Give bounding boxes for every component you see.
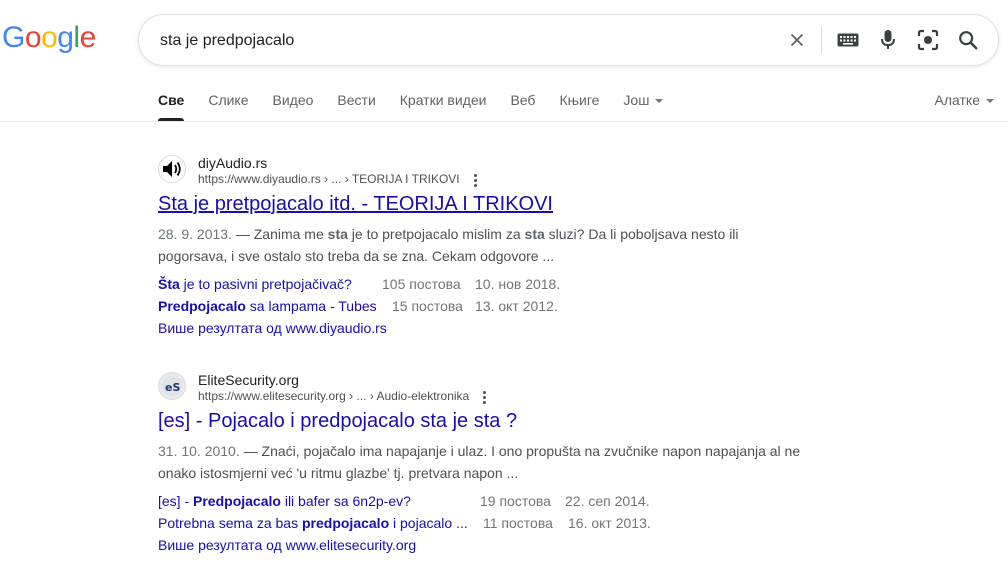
keyboard-icon[interactable] (828, 20, 868, 60)
sublink-date: 22. сеп 2014. (565, 493, 650, 509)
more-vert-icon[interactable] (475, 390, 493, 404)
sublink-date: 10. нов 2018. (475, 276, 561, 292)
logo-letter: o (41, 21, 58, 54)
tab-web[interactable]: Веб (510, 91, 535, 121)
search-result: diyAudio.rs https://www.diyaudio.rs › ..… (158, 155, 818, 339)
result-url: https://www.diyaudio.rs › ... › TEORIJA … (198, 172, 460, 186)
sublink-row: Potrebna sema za bas predpojacalo i poja… (158, 512, 818, 534)
tab-more-label: Још (623, 92, 650, 108)
speaker-icon (158, 155, 186, 183)
sublink-post-count: 105 постова (382, 276, 461, 292)
search-tabs: Све Слике Видео Вести Кратки видеи Веб К… (158, 91, 687, 121)
snippet-highlight: sta (524, 226, 545, 242)
svg-text:eS: eS (165, 381, 180, 394)
sublink-row: [es] - Predpojacalo ili bafer sa 6n2p-ev… (158, 490, 818, 512)
search-divider (821, 26, 822, 54)
sublink-highlight: Šta (158, 276, 180, 292)
tab-news[interactable]: Вести (337, 91, 375, 121)
result-source[interactable]: eS EliteSecurity.org https://www.elitese… (158, 372, 818, 404)
tab-more[interactable]: Још (623, 91, 664, 121)
result-url: https://www.elitesecurity.org › ... › Au… (198, 389, 470, 403)
tools-button[interactable]: Алатке (935, 91, 994, 109)
result-snippet: 31. 10. 2010. — Znaći, pojačalo ima napa… (158, 440, 808, 484)
sublink[interactable]: Potrebna sema za bas predpojacalo i poja… (158, 512, 468, 534)
sublink-row: Šta je to pasivni pretpojačivač? 105 пос… (158, 273, 818, 295)
logo-letter: e (79, 21, 97, 54)
result-title[interactable]: [es] - Pojacalo i predpojacalo sta je st… (158, 408, 818, 434)
more-vert-icon[interactable] (466, 173, 484, 187)
snippet-text: — Znaći, pojačalo ima napajanje i ulaz. … (158, 443, 801, 481)
sublink-date: 16. окт 2013. (568, 515, 651, 531)
result-date: 28. 9. 2013. (158, 226, 232, 242)
sublink-text: [es] - (158, 493, 194, 509)
sublink-highlight: predpojacalo (301, 515, 390, 531)
result-title[interactable]: Sta je pretpojacalo itd. - TEORIJA I TRI… (158, 191, 818, 217)
sublink-post-count: 11 постова (483, 515, 553, 531)
sublink-post-count: 19 постова (480, 493, 551, 509)
header-divider (0, 121, 1008, 122)
tab-all[interactable]: Све (158, 91, 185, 121)
search-input[interactable]: sta je predpojacalo (160, 32, 294, 50)
elitesecurity-logo-icon: eS (158, 372, 186, 400)
snippet-text: — Zanima me (231, 226, 328, 242)
sublink-date: 13. окт 2012. (475, 298, 558, 314)
microphone-icon[interactable] (868, 20, 908, 60)
sublink-text: ili bafer sa 6n2p-ev? (280, 493, 411, 509)
result-snippet: 28. 9. 2013. — Zanima me sta je to pretp… (158, 223, 808, 267)
more-results-link[interactable]: Више резултата од www.diyaudio.rs (158, 317, 387, 339)
search-icon[interactable] (948, 20, 988, 60)
google-logo[interactable]: Google (2, 21, 96, 55)
chevron-down-icon (655, 99, 664, 104)
sublink-text: sa lampama - Tubes (245, 298, 377, 314)
sublink[interactable]: Predpojacalo sa lampama - Tubes (158, 295, 377, 317)
logo-letter: G (2, 21, 25, 54)
result-date: 31. 10. 2010. (158, 443, 240, 459)
sublink-highlight: Predpojacalo (193, 493, 281, 509)
tab-images[interactable]: Слике (208, 91, 248, 121)
result-site-name: EliteSecurity.org (198, 372, 299, 388)
snippet-highlight: sta (327, 226, 348, 242)
search-result: eS EliteSecurity.org https://www.elitese… (158, 372, 818, 556)
sublink-highlight: Predpojacalo (158, 298, 246, 314)
result-source[interactable]: diyAudio.rs https://www.diyaudio.rs › ..… (158, 155, 818, 187)
more-results-link[interactable]: Више резултата од www.elitesecurity.org (158, 534, 416, 556)
lens-camera-icon[interactable] (908, 20, 948, 60)
snippet-text: je to pretpojacalo mislim za (347, 226, 525, 242)
search-box[interactable]: sta je predpojacalo (138, 14, 999, 66)
logo-letter: o (24, 21, 42, 54)
sublink-text: i pojacalo ... (389, 515, 468, 531)
sublink-row: Predpojacalo sa lampama - Tubes 15 посто… (158, 295, 818, 317)
clear-icon[interactable] (777, 20, 817, 60)
result-site-name: diyAudio.rs (198, 155, 268, 171)
tab-short-videos[interactable]: Кратки видеи (400, 91, 487, 121)
sublink-text: Potrebna sema za bas (158, 515, 302, 531)
result-url-row: https://www.elitesecurity.org › ... › Au… (198, 389, 493, 404)
logo-letter: g (57, 21, 74, 54)
sublink-post-count: 15 постова (392, 298, 463, 314)
result-url-row: https://www.diyaudio.rs › ... › TEORIJA … (198, 172, 484, 187)
chevron-down-icon (986, 99, 994, 104)
tab-books[interactable]: Књиге (559, 91, 599, 121)
sublink[interactable]: Šta je to pasivni pretpojačivač? (158, 273, 352, 295)
tab-videos[interactable]: Видео (273, 91, 314, 121)
sublink[interactable]: [es] - Predpojacalo ili bafer sa 6n2p-ev… (158, 490, 411, 512)
tools-label: Алатке (934, 92, 980, 108)
sublink-text: je to pasivni pretpojačivač? (179, 276, 352, 292)
